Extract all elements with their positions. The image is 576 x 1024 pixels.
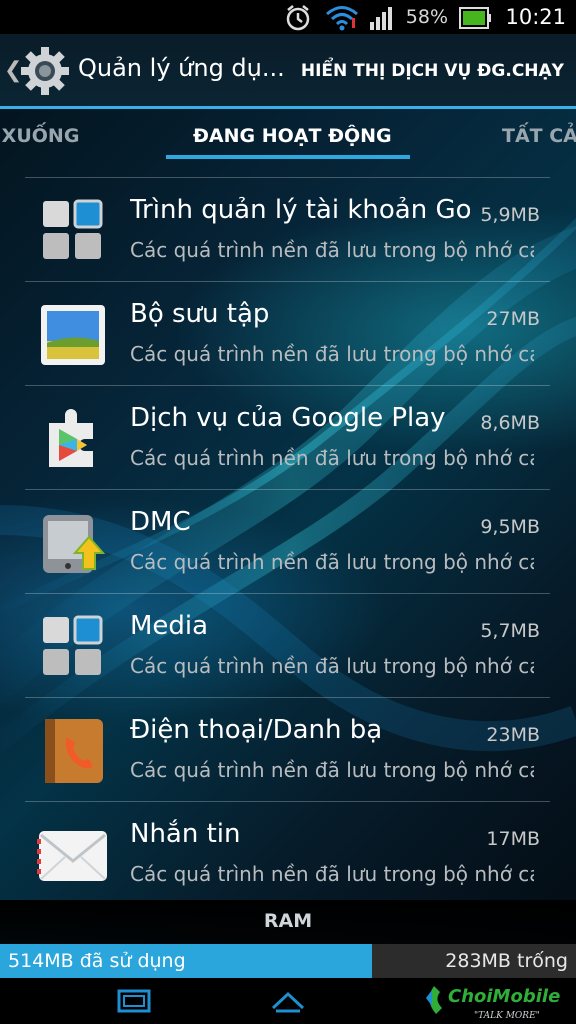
tab-strip: I XUỐNG ĐANG HOẠT ĐỘNG TẤT CẢ xyxy=(0,109,576,159)
page-title: Quản lý ứng dụ... xyxy=(78,54,285,82)
grid-app-icon xyxy=(43,615,103,675)
app-size: 8,6MB xyxy=(480,412,540,434)
tab-indicator xyxy=(166,155,410,159)
app-name: Trình quản lý tài khoản Google xyxy=(130,195,470,225)
google-play-services-icon xyxy=(49,409,93,467)
app-size: 27MB xyxy=(486,308,540,330)
app-size: 17MB xyxy=(486,828,540,850)
list-item[interactable]: Nhắn tin 17MB Các quá trình nền đã lưu t… xyxy=(25,801,550,905)
list-item[interactable]: Media 5,7MB Các quá trình nền đã lưu tro… xyxy=(25,593,550,697)
action-bar: ❮ Quản lý ứng dụ... HIỂN THỊ DỊCH VỤ ĐG.… xyxy=(0,34,576,108)
dmc-update-icon xyxy=(43,515,106,573)
list-item[interactable]: Bộ sưu tập 27MB Các quá trình nền đã lưu… xyxy=(25,281,550,385)
app-size: 23MB xyxy=(486,724,540,746)
ram-usage-bar: 514MB đã sử dụng 283MB trống xyxy=(0,944,576,978)
tab-downloaded[interactable]: I XUỐNG xyxy=(0,125,79,147)
show-running-services-button[interactable]: HIỂN THỊ DỊCH VỤ ĐG.CHẠY xyxy=(301,61,564,81)
app-size: 9,5MB xyxy=(480,516,540,538)
gallery-icon xyxy=(41,305,105,365)
battery-icon xyxy=(459,7,491,29)
settings-gear-icon[interactable] xyxy=(18,44,72,98)
svg-text:"TALK MORE": "TALK MORE" xyxy=(474,1011,540,1021)
list-item[interactable]: DMC 9,5MB Các quá trình nền đã lưu trong… xyxy=(25,489,550,593)
app-size: 5,7MB xyxy=(480,620,540,642)
app-status: Các quá trình nền đã lưu trong bộ nhớ ca… xyxy=(130,342,534,366)
app-name: Điện thoại/Danh bạ xyxy=(130,715,383,745)
app-status: Các quá trình nền đã lưu trong bộ nhớ ca… xyxy=(130,550,534,574)
navigation-bar: ChoiMobile "TALK MORE" xyxy=(0,978,576,1024)
ram-used-text: 514MB đã sử dụng xyxy=(8,950,186,972)
tab-running[interactable]: ĐANG HOẠT ĐỘNG xyxy=(193,125,392,147)
alarm-icon xyxy=(286,5,310,31)
svg-text:ChoiMobile: ChoiMobile xyxy=(448,986,560,1007)
app-name: Media xyxy=(130,611,209,641)
app-status: Các quá trình nền đã lưu trong bộ nhớ ca… xyxy=(130,654,534,678)
running-apps-list: Trình quản lý tài khoản Google 5,9MB Các… xyxy=(25,177,550,905)
app-size: 5,9MB xyxy=(480,204,540,226)
app-status: Các quá trình nền đã lưu trong bộ nhớ ca… xyxy=(130,446,534,470)
signal-icon xyxy=(370,7,392,30)
app-status: Các quá trình nền đã lưu trong bộ nhớ ca… xyxy=(130,758,534,782)
list-item[interactable]: Điện thoại/Danh bạ 23MB Các quá trình nề… xyxy=(25,697,550,801)
app-status: Các quá trình nền đã lưu trong bộ nhớ ca… xyxy=(130,862,534,886)
ram-panel: RAM xyxy=(0,900,576,944)
grid-app-icon xyxy=(43,199,103,259)
ram-label: RAM xyxy=(263,910,313,932)
list-item[interactable]: Trình quản lý tài khoản Google 5,9MB Các… xyxy=(25,177,550,281)
tab-all[interactable]: TẤT CẢ xyxy=(502,125,576,147)
status-bar: 58% 10:21 xyxy=(0,0,576,34)
wifi-icon xyxy=(326,6,358,31)
back-nav-icon[interactable] xyxy=(116,988,152,1014)
app-name: DMC xyxy=(130,507,191,537)
app-name: Bộ sưu tập xyxy=(130,299,270,329)
ram-free-text: 283MB trống xyxy=(445,950,568,972)
app-status: Các quá trình nền đã lưu trong bộ nhớ ca… xyxy=(130,238,534,262)
app-name: Dịch vụ của Google Play xyxy=(130,403,446,433)
phone-contacts-icon xyxy=(45,719,103,783)
messaging-icon xyxy=(37,831,107,881)
choimobile-watermark-logo: ChoiMobile "TALK MORE" xyxy=(426,986,560,1021)
app-name: Nhắn tin xyxy=(130,819,241,849)
list-item[interactable]: Dịch vụ của Google Play 8,6MB Các quá tr… xyxy=(25,385,550,489)
clock: 10:21 xyxy=(505,5,566,29)
home-nav-icon[interactable] xyxy=(270,988,306,1014)
battery-percent: 58% xyxy=(405,6,448,28)
